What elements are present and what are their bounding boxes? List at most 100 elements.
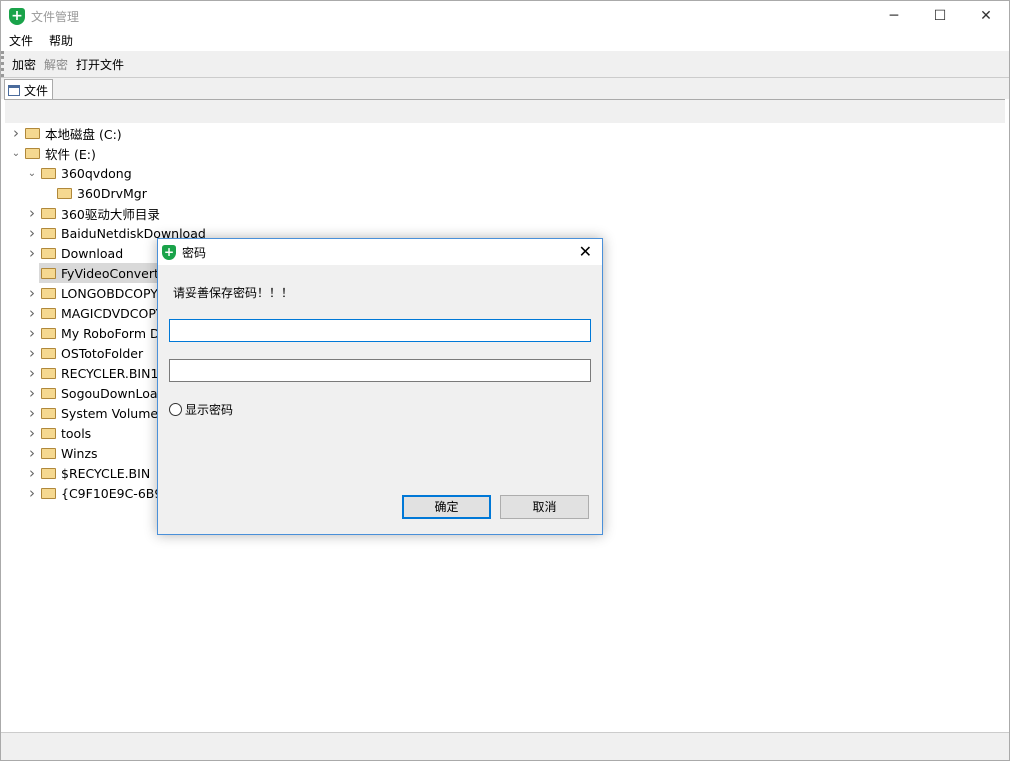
tree-item[interactable]: › {C9F10E9C-6B92- <box>25 483 179 503</box>
chevron-right-icon[interactable]: › <box>25 224 39 242</box>
tree-item-label: RECYCLER.BIN1 <box>61 365 159 381</box>
chevron-right-icon[interactable]: › <box>9 124 23 142</box>
decrypt-button[interactable]: 解密 <box>40 56 72 73</box>
ok-button[interactable]: 确定 <box>402 495 491 519</box>
tree-item[interactable]: ⌄ 软件 (E:) <box>9 143 100 163</box>
window-title: 文件管理 <box>31 9 80 24</box>
chevron-right-icon[interactable]: › <box>25 204 39 222</box>
dialog-close-button[interactable]: ✕ <box>579 242 592 261</box>
tree-item-label: 360qvdong <box>61 165 132 181</box>
chevron-right-icon[interactable]: › <box>25 324 39 342</box>
radio-circle[interactable] <box>169 403 182 416</box>
folder-icon <box>41 347 56 359</box>
show-password-radio[interactable]: 显示密码 <box>169 401 233 418</box>
tree-item[interactable]: › OSTotoFolder <box>25 343 147 363</box>
password-input[interactable] <box>169 319 591 342</box>
tree-item-label: 360DrvMgr <box>77 185 147 201</box>
tree-item[interactable]: FyVideoConvert <box>25 263 163 283</box>
dialog-title-bar: + 密码 ✕ <box>158 239 602 265</box>
chevron-right-icon[interactable]: › <box>25 464 39 482</box>
password-dialog: + 密码 ✕ 请妥善保存密码！！！ 显示密码 确定 取消 <box>157 238 603 535</box>
open-file-button[interactable]: 打开文件 <box>72 56 128 73</box>
tree-item-label: System Volume I <box>61 405 166 421</box>
chevron-right-icon[interactable]: › <box>25 244 39 262</box>
folder-icon <box>41 227 56 239</box>
folder-icon <box>41 247 56 259</box>
toolbar: 加密 解密 打开文件 <box>1 51 1009 77</box>
tree-item[interactable]: 360DrvMgr <box>41 183 151 203</box>
tree-item-label: Winzs <box>61 445 98 461</box>
maximize-button[interactable]: ☐ <box>917 1 963 31</box>
status-bar <box>1 732 1009 760</box>
tree-item[interactable]: › Download <box>25 243 127 263</box>
app-shield-icon: + <box>162 244 176 260</box>
chevron-down-icon[interactable]: ⌄ <box>9 148 23 159</box>
chevron-right-icon[interactable]: › <box>25 284 39 302</box>
chevron-right-icon[interactable]: › <box>25 444 39 462</box>
folder-icon <box>41 387 56 399</box>
chevron-right-icon[interactable]: › <box>25 484 39 502</box>
folder-icon <box>41 427 56 439</box>
tree-item[interactable]: › 360驱动大师目录 <box>25 203 164 223</box>
close-button[interactable]: ✕ <box>963 1 1009 31</box>
tree-item[interactable]: ⌄ 360qvdong <box>25 163 136 183</box>
folder-icon <box>25 127 40 139</box>
tree-item-label: Download <box>61 245 124 261</box>
folder-icon <box>41 367 56 379</box>
tree-item[interactable]: › System Volume I <box>25 403 170 423</box>
tab-header-band <box>5 99 1005 123</box>
chevron-right-icon[interactable]: › <box>25 424 39 442</box>
folder-icon <box>41 287 56 299</box>
chevron-right-icon[interactable]: › <box>25 304 39 322</box>
tree-item-label: 本地磁盘 (C:) <box>45 126 122 142</box>
menu-bar: 文件 帮助 <box>1 31 81 51</box>
folder-icon <box>41 267 56 279</box>
tree-item[interactable]: › My RoboForm D <box>25 323 164 343</box>
dialog-message: 请妥善保存密码！！！ <box>173 286 294 300</box>
folder-icon <box>41 167 56 179</box>
tree-item-label: MAGICDVDCOPY <box>61 305 164 321</box>
chevron-right-icon[interactable]: › <box>25 364 39 382</box>
tree-item-label: FyVideoConvert <box>61 265 159 281</box>
tab-label: 文件 <box>24 83 49 98</box>
tree-item[interactable]: › LONGOBDCOPY_ <box>25 283 168 303</box>
tree-item-label: LONGOBDCOPY_ <box>61 285 165 301</box>
tree-item-label: $RECYCLE.BIN <box>61 465 151 481</box>
confirm-password-input[interactable] <box>169 359 591 382</box>
tree-item-label: My RoboForm D <box>61 325 160 341</box>
tree-item-label: 360驱动大师目录 <box>61 206 160 222</box>
menu-file[interactable]: 文件 <box>1 31 41 51</box>
dialog-title: 密码 <box>182 245 207 260</box>
window-icon <box>8 84 20 96</box>
tree-item[interactable]: › tools <box>25 423 95 443</box>
minimize-button[interactable]: ─ <box>871 1 917 31</box>
tree-item-label: tools <box>61 425 92 441</box>
folder-icon <box>57 187 72 199</box>
folder-icon <box>41 447 56 459</box>
app-shield-icon: + <box>9 7 25 25</box>
show-password-label: 显示密码 <box>185 403 234 417</box>
cancel-button[interactable]: 取消 <box>500 495 589 519</box>
chevron-right-icon[interactable]: › <box>25 404 39 422</box>
tree-item[interactable]: › SogouDownLoad <box>25 383 170 403</box>
folder-icon <box>41 467 56 479</box>
tree-item[interactable]: › RECYCLER.BIN1 <box>25 363 162 383</box>
tree-item-label: SogouDownLoad <box>61 385 166 401</box>
tab-files[interactable]: 文件 <box>4 79 54 100</box>
tree-item-label: 软件 (E:) <box>45 146 96 162</box>
tree-item-label: OSTotoFolder <box>61 345 144 361</box>
title-bar: + 文件管理 ─ ☐ ✕ <box>1 1 1009 31</box>
tree-item[interactable]: › Winzs <box>25 443 102 463</box>
chevron-down-icon[interactable]: ⌄ <box>25 168 39 179</box>
folder-icon <box>41 487 56 499</box>
encrypt-button[interactable]: 加密 <box>8 56 40 73</box>
folder-icon <box>25 147 40 159</box>
tab-strip: 文件 <box>1 77 1009 100</box>
tree-item[interactable]: › $RECYCLE.BIN <box>25 463 154 483</box>
menu-help[interactable]: 帮助 <box>41 31 81 51</box>
tree-item[interactable]: › MAGICDVDCOPY <box>25 303 167 323</box>
chevron-right-icon[interactable]: › <box>25 384 39 402</box>
folder-icon <box>41 407 56 419</box>
tree-item[interactable]: › 本地磁盘 (C:) <box>9 123 126 143</box>
chevron-right-icon[interactable]: › <box>25 344 39 362</box>
